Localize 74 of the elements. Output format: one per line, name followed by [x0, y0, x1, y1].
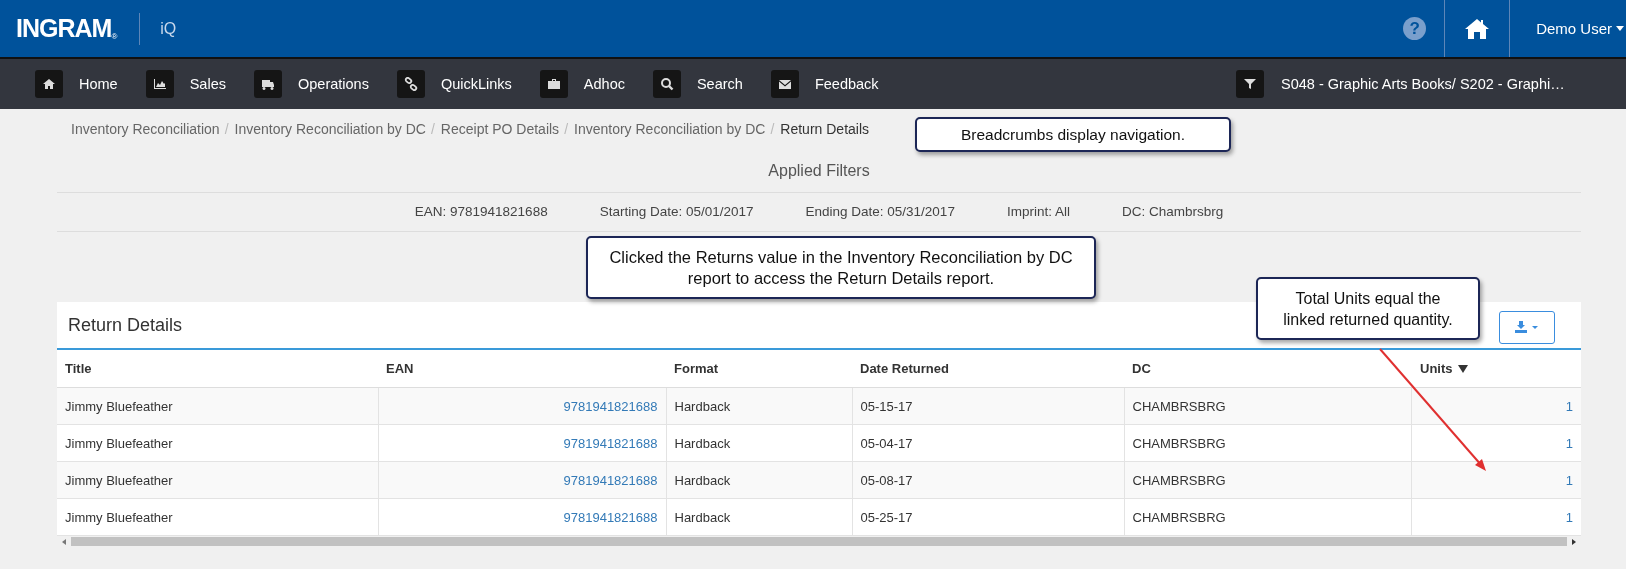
table-link[interactable]: 9781941821688 — [563, 398, 658, 414]
caret-icon — [1616, 26, 1624, 31]
user-menu[interactable]: Demo User — [1510, 0, 1626, 57]
product-name: iQ — [160, 19, 177, 38]
search-icon — [659, 77, 674, 91]
home-icon — [42, 77, 56, 91]
nav-item[interactable]: Sales — [145, 70, 226, 98]
column-header[interactable]: Title — [57, 350, 378, 388]
table-link[interactable]: 1 — [1565, 509, 1573, 525]
table-cell: 05-15-17 — [852, 387, 1124, 425]
table-cell: Hardback — [666, 461, 852, 499]
table-cell: Jimmy Bluefeather — [57, 424, 378, 462]
download-button[interactable] — [1499, 310, 1555, 344]
breadcrumb-separator: / — [224, 121, 229, 137]
column-header[interactable]: Units — [1411, 350, 1581, 388]
nav-item[interactable]: Feedback — [770, 70, 879, 98]
scroll-right-icon[interactable] — [1571, 538, 1577, 545]
annotation-callout: Total Units equal the linked returned quantity. — [1256, 277, 1480, 340]
chart-icon — [152, 77, 167, 91]
filter-value: EAN: 9781941821688 — [414, 204, 548, 219]
table-link[interactable]: 1 — [1565, 472, 1573, 488]
table-cell: Hardback — [666, 387, 852, 425]
table-cell: 05-25-17 — [852, 498, 1124, 536]
table-cell: CHAMBRSBRG — [1124, 424, 1411, 462]
breadcrumb-link[interactable]: Receipt PO Details — [440, 121, 560, 137]
breadcrumb-separator: / — [770, 121, 775, 137]
column-header[interactable]: Date Returned — [852, 350, 1124, 388]
breadcrumb-link[interactable]: Inventory Reconciliation by DC — [574, 121, 766, 137]
breadcrumb-link[interactable]: Inventory Reconciliation by DC — [234, 121, 426, 137]
annotation-callout: Breadcrumbs display navigation. — [915, 117, 1231, 152]
nav-item[interactable]: QuickLinks — [396, 70, 512, 98]
nav-item[interactable]: Home — [35, 70, 118, 98]
column-header[interactable]: Format — [666, 350, 852, 388]
table-cell: Jimmy Bluefeather — [57, 498, 378, 536]
table-link[interactable]: 9781941821688 — [563, 472, 658, 488]
column-header[interactable]: EAN — [378, 350, 666, 388]
column-header[interactable]: DC — [1124, 350, 1411, 388]
filter-selection[interactable]: S048 - Graphic Arts Books/ S202 - Graphi… — [1281, 76, 1565, 92]
scroll-left-icon[interactable] — [61, 538, 67, 545]
download-icon — [1515, 321, 1539, 333]
link-icon — [403, 77, 418, 91]
truck-icon — [260, 77, 275, 91]
envelope-icon — [777, 77, 792, 91]
filter-value: DC: Chambrsbrg — [1121, 204, 1224, 219]
nav-item[interactable]: Search — [652, 70, 743, 98]
annotation-callout: Clicked the Returns value in the Inventory Reconciliation by DC report to access the Return Details report. — [586, 236, 1096, 299]
table-link[interactable]: 1 — [1565, 435, 1573, 451]
breadcrumb-separator: / — [430, 121, 435, 137]
table-link[interactable]: 9781941821688 — [563, 509, 658, 525]
table-link[interactable]: 9781941821688 — [563, 435, 658, 451]
nav-item[interactable]: Adhoc — [539, 70, 625, 98]
table-cell: Jimmy Bluefeather — [57, 461, 378, 499]
table-cell: CHAMBRSBRG — [1124, 498, 1411, 536]
filter-value: Imprint: All — [1006, 204, 1070, 219]
filter-icon[interactable] — [1236, 70, 1264, 98]
table-cell: Hardback — [666, 498, 852, 536]
home-icon — [1464, 16, 1491, 41]
sort-descending-icon — [1457, 364, 1468, 373]
breadcrumb-separator: / — [564, 121, 568, 137]
table-cell: 05-04-17 — [852, 424, 1124, 462]
table-cell: 05-08-17 — [852, 461, 1124, 499]
nav-item[interactable]: Operations — [253, 70, 369, 98]
scrollbar-thumb[interactable] — [71, 537, 1567, 546]
table-cell: Hardback — [666, 424, 852, 462]
table-cell: CHAMBRSBRG — [1124, 387, 1411, 425]
filter-value: Ending Date: 05/31/2017 — [805, 204, 955, 219]
table-cell: Jimmy Bluefeather — [57, 387, 378, 425]
briefcase-icon — [546, 77, 561, 91]
report-title: Return Details — [68, 314, 183, 336]
filter-value: Starting Date: 05/01/2017 — [599, 204, 754, 219]
table-cell: CHAMBRSBRG — [1124, 461, 1411, 499]
breadcrumb-link[interactable]: Return Details — [780, 121, 870, 137]
table-link[interactable]: 1 — [1565, 398, 1573, 414]
breadcrumb-link[interactable]: Inventory Reconciliation — [71, 121, 220, 137]
